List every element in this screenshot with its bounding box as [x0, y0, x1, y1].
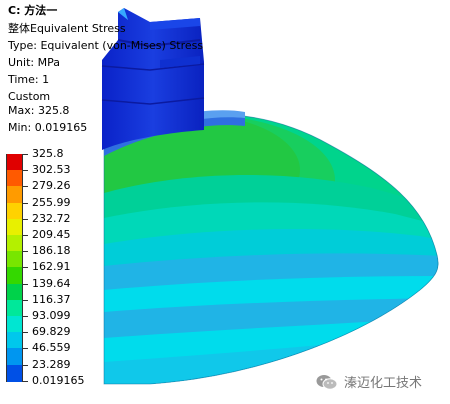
legend-swatch [6, 202, 23, 220]
watermark-text: 溱迈化工技术 [344, 376, 423, 391]
legend-tick [23, 348, 28, 350]
legend-label: 0.019165 [32, 373, 85, 387]
legend-tick [23, 186, 28, 188]
result-scope: 整体Equivalent Stress [8, 22, 126, 35]
legend-swatch [6, 235, 23, 253]
legend-swatch [6, 332, 23, 350]
legend-swatch [6, 299, 23, 317]
legend-tick [23, 251, 28, 253]
legend-label: 116.37 [32, 292, 71, 306]
legend-tick [23, 364, 28, 366]
wechat-icon [316, 375, 338, 390]
legend-label: 279.26 [32, 179, 71, 193]
legend-tick [23, 299, 28, 301]
legend-tick [23, 154, 28, 155]
legend-label: 209.45 [32, 228, 71, 241]
legend-label: 255.99 [32, 195, 71, 209]
legend-label: 162.91 [32, 260, 71, 274]
legend-label: 302.53 [32, 163, 71, 177]
legend-label: 139.64 [32, 276, 71, 290]
legend-tick [23, 170, 28, 172]
legend-tick [23, 235, 28, 236]
result-unit: Unit: MPa [8, 56, 60, 69]
legend-swatch [6, 316, 23, 334]
legend-swatch [6, 170, 23, 188]
result-title: C: 方法一 [8, 4, 58, 17]
legend-tick [23, 316, 28, 317]
legend-tick [23, 202, 28, 204]
legend-tick [23, 283, 28, 285]
legend-swatch [6, 251, 23, 269]
legend-label: 186.18 [32, 244, 71, 258]
stress-contour-viewport[interactable]: C: 方法一 整体Equivalent Stress Type: Equival… [0, 0, 450, 404]
legend-row: 0.019165 [6, 374, 156, 400]
legend-swatch [6, 267, 23, 285]
legend-tick [23, 267, 28, 269]
legend-label: 325.8 [32, 147, 64, 160]
result-min: Min: 0.019165 [8, 121, 88, 134]
watermark: 溱迈化工技术 [316, 372, 422, 391]
legend-swatch [6, 348, 23, 366]
result-time: Time: 1 [8, 73, 50, 86]
legend-label: 232.72 [32, 211, 71, 225]
legend-label: 46.559 [32, 341, 71, 355]
result-type: Type: Equivalent (von-Mises) Stress [8, 39, 204, 52]
legend-tick [23, 218, 28, 220]
result-max: Max: 325.8 [8, 104, 70, 117]
legend-swatch [6, 364, 23, 382]
legend-swatch [6, 283, 23, 301]
legend-label: 93.099 [32, 309, 71, 322]
legend-swatch [6, 186, 23, 204]
legend-tick [23, 380, 28, 382]
legend-swatch [6, 154, 23, 172]
legend-swatch [6, 218, 23, 236]
legend-label: 69.829 [32, 325, 71, 339]
legend-label: 23.289 [32, 357, 71, 371]
result-custom: Custom [8, 90, 51, 103]
legend-tick [23, 332, 28, 334]
